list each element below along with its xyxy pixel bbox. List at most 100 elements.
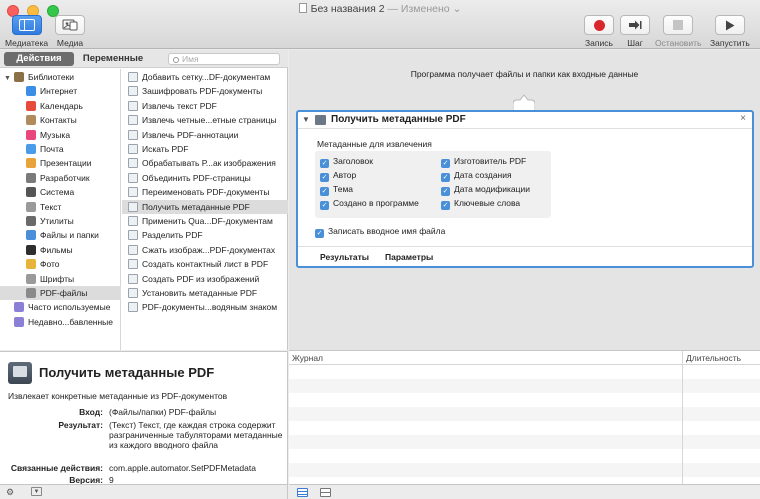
log-column-journal[interactable]: Журнал [292,353,323,363]
window-title: Без названия 2 — Изменено ⌄ [0,3,760,15]
sidebar-item-category[interactable]: ▼ Библиотеки [0,70,121,84]
grid-view-icon[interactable] [320,488,331,497]
metadata-checkbox[interactable]: ✓ Автор [320,170,356,182]
sidebar-item-category[interactable]: Календарь [0,99,121,113]
metadata-checkbox[interactable]: ✓ Тема [320,184,353,196]
action-icon [128,216,138,226]
action-list-item[interactable]: Извлечь четные...етные страницы [122,113,288,127]
action-list-item[interactable]: PDF-документы...водяным знаком [122,300,288,314]
record-button[interactable]: Запись [584,15,614,48]
action-icon [128,100,138,111]
action-icon [128,172,138,183]
metadata-checkbox-label: Дата создания [454,170,512,180]
metadata-checkbox[interactable]: ✓ Дата модификации [441,184,530,196]
close-icon[interactable]: × [740,113,746,124]
action-list-item[interactable]: Извлечь текст PDF [122,99,288,113]
action-list-item[interactable]: Добавить сетку...DF-документам [122,70,288,84]
description-toggle-icon[interactable]: ▼ [31,487,42,496]
sidebar-item-category[interactable]: Файлы и папки [0,228,121,242]
library-toggle-button[interactable]: Медиатека [5,15,48,48]
metadata-checkbox[interactable]: ✓ Изготовитель PDF [441,156,526,168]
category-icon [26,230,36,241]
action-list-item[interactable]: Зашифровать PDF-документы [122,84,288,98]
action-label: Установить метаданные PDF [142,288,258,298]
collapse-triangle-icon[interactable]: ▼ [302,115,310,124]
gear-icon[interactable]: ⚙ [6,487,14,498]
sidebar-item-category[interactable]: Почта [0,142,121,156]
sidebar-item-category[interactable]: Музыка [0,128,121,142]
category-list[interactable]: ▼ Библиотеки Интернет Календарь Контакты Музы… [0,69,121,350]
search-input[interactable]: Имя [168,53,280,65]
action-card[interactable]: ▼ Получить метаданные PDF × Метаданные д… [296,110,754,268]
sidebar-item-category[interactable]: Презентации [0,156,121,170]
action-list-item[interactable]: Получить метаданные PDF [122,199,288,214]
action-list-item[interactable]: Создать PDF из изображений [122,272,288,286]
action-list-item[interactable]: Создать контактный лист в PDF [122,257,288,271]
metadata-checkbox-label: Ключевые слова [454,198,521,208]
write-input-name-checkbox[interactable]: ✓ Записать вводное имя файла [315,226,445,238]
run-button[interactable]: Запустить [710,15,750,48]
action-list-item[interactable]: Сжать изображ...PDF-документах [122,243,288,257]
step-button[interactable]: Шаг [620,15,650,48]
metadata-options: ✓ Заголовок ✓ Автор ✓ Тема ✓ Создано в программ… [315,151,551,218]
action-icon [128,201,138,212]
category-label: Календарь [40,100,83,111]
sidebar-item-category[interactable]: PDF-файлы [0,286,121,300]
record-label: Запись [585,38,613,48]
tab-parameters[interactable]: Параметры [385,252,433,262]
sidebar-item-category[interactable]: Фильмы [0,243,121,257]
description-title: Получить метаданные PDF [39,365,215,380]
sidebar-item-category[interactable]: Интернет [0,84,121,98]
log-column-duration[interactable]: Длительность [686,353,741,363]
action-icon [128,129,138,140]
action-list-item[interactable]: Объединить PDF-страницы [122,171,288,185]
media-button[interactable]: Медиа [55,15,85,48]
workflow-canvas[interactable]: Программа получает файлы и папки как вхо… [289,50,760,350]
action-list-item[interactable]: Применить Qua...DF-документам [122,214,288,228]
sidebar-item-category[interactable]: Контакты [0,113,121,127]
metadata-checkbox[interactable]: ✓ Ключевые слова [441,198,520,210]
step-label: Шаг [627,38,643,48]
category-icon [26,144,36,154]
action-label: Извлечь PDF-аннотации [142,129,239,140]
log-row [289,463,760,477]
list-view-icon[interactable] [297,488,308,497]
action-list-item[interactable]: Извлечь PDF-аннотации [122,128,288,142]
action-label: Получить метаданные PDF [142,201,250,212]
sidebar-item-category[interactable]: Текст [0,200,121,214]
tab-actions[interactable]: Действия [4,52,74,66]
category-label: Музыка [40,129,71,140]
sidebar-item-category[interactable]: Часто используемые [0,300,121,314]
category-icon [26,216,36,226]
action-icon [128,230,138,241]
action-list-item[interactable]: Установить метаданные PDF [122,286,288,300]
metadata-checkbox[interactable]: ✓ Заголовок [320,156,373,168]
category-label: Фото [40,259,60,270]
window-title-text: Без названия 2 [310,3,385,15]
stop-button[interactable]: Остановить [655,15,701,48]
tab-results[interactable]: Результаты [320,252,369,262]
metadata-checkbox[interactable]: ✓ Дата создания [441,170,512,182]
action-label: Добавить сетку...DF-документам [142,72,271,82]
metadata-checkbox[interactable]: ✓ Создано в программе [320,198,419,210]
action-list-item[interactable]: Обрабатывать Р...ак изображения [122,156,288,170]
category-icon [26,158,36,169]
sidebar-item-category[interactable]: Разработчик [0,171,121,185]
action-list-item[interactable]: Разделить PDF [122,228,288,242]
action-list[interactable]: Добавить сетку...DF-документам Зашифроват… [122,69,288,350]
sidebar-item-category[interactable]: Недавно...бавленные [0,315,121,329]
log-row [289,379,760,393]
title-chevron-icon[interactable]: ⌄ [453,3,462,15]
sidebar-item-category[interactable]: Фото [0,257,121,271]
action-label: Переименовать PDF-документы [142,187,270,198]
action-label: Создать PDF из изображений [142,273,260,284]
category-label: Недавно...бавленные [28,316,114,327]
sidebar-item-category[interactable]: Утилиты [0,214,121,228]
action-card-header: ▼ Получить метаданные PDF × [298,112,752,129]
tab-variables[interactable]: Переменные [78,52,148,66]
action-list-item[interactable]: Искать PDF [122,142,288,156]
action-label: PDF-документы...водяным знаком [142,302,278,313]
sidebar-item-category[interactable]: Система [0,185,121,199]
action-list-item[interactable]: Переименовать PDF-документы [122,185,288,199]
sidebar-item-category[interactable]: Шрифты [0,272,121,286]
